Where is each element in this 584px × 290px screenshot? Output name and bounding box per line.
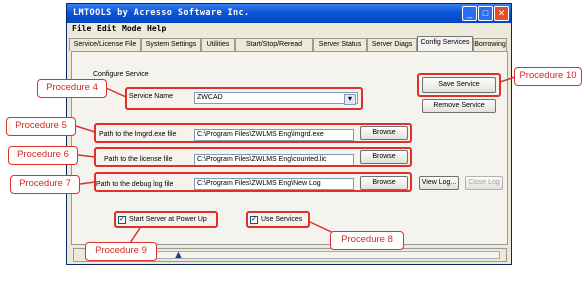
tab-utilities[interactable]: Utilities xyxy=(201,38,235,51)
highlight-lmgrd-path xyxy=(94,123,412,143)
minimize-icon[interactable]: _ xyxy=(462,6,477,21)
highlight-save-service xyxy=(417,73,501,97)
menu-mode[interactable]: Mode xyxy=(122,24,141,33)
highlight-use-services xyxy=(246,211,310,228)
view-log-button[interactable]: View Log... xyxy=(419,176,459,190)
triangle-up-icon: ▲ xyxy=(173,249,184,261)
menu-edit[interactable]: Edit xyxy=(97,24,116,33)
tab-config-services[interactable]: Config Services xyxy=(417,36,473,51)
menu-file[interactable]: File xyxy=(72,24,91,33)
tab-server-diags[interactable]: Server Diags xyxy=(367,38,417,51)
callout-procedure-8: Procedure 8 xyxy=(330,231,404,250)
callout-procedure-4: Procedure 4 xyxy=(37,79,107,98)
callout-procedure-9: Procedure 9 xyxy=(85,242,157,261)
window-title: LMTOOLS by Acresso Software Inc. xyxy=(73,8,250,18)
highlight-debug-log-path xyxy=(94,172,412,192)
tab-server-status[interactable]: Server Status xyxy=(313,38,367,51)
callout-procedure-5: Procedure 5 xyxy=(6,117,76,136)
tab-system-settings[interactable]: System Settings xyxy=(141,38,201,51)
tab-borrowing[interactable]: Borrowing xyxy=(473,38,507,51)
tab-strip: Service/License File System Settings Uti… xyxy=(69,36,509,52)
callout-procedure-7: Procedure 7 xyxy=(10,175,80,194)
title-bar[interactable]: LMTOOLS by Acresso Software Inc. _ □ ✕ xyxy=(67,4,511,23)
configure-service-label: Configure Service xyxy=(93,71,149,78)
maximize-icon[interactable]: □ xyxy=(478,6,493,21)
callout-procedure-6: Procedure 6 xyxy=(8,146,78,165)
callout-procedure-10: Procedure 10 xyxy=(514,67,582,86)
highlight-service-name xyxy=(125,87,363,110)
close-log-button: Close Log xyxy=(465,176,503,190)
remove-service-button[interactable]: Remove Service xyxy=(422,99,496,113)
close-icon[interactable]: ✕ xyxy=(494,6,509,21)
menu-bar: File Edit Mode Help xyxy=(67,23,511,35)
tab-service-license-file[interactable]: Service/License File xyxy=(69,38,141,51)
menu-help[interactable]: Help xyxy=(147,24,166,33)
highlight-start-server xyxy=(114,211,218,228)
highlight-license-path xyxy=(94,147,412,167)
tab-start-stop-reread[interactable]: Start/Stop/Reread xyxy=(235,38,313,51)
